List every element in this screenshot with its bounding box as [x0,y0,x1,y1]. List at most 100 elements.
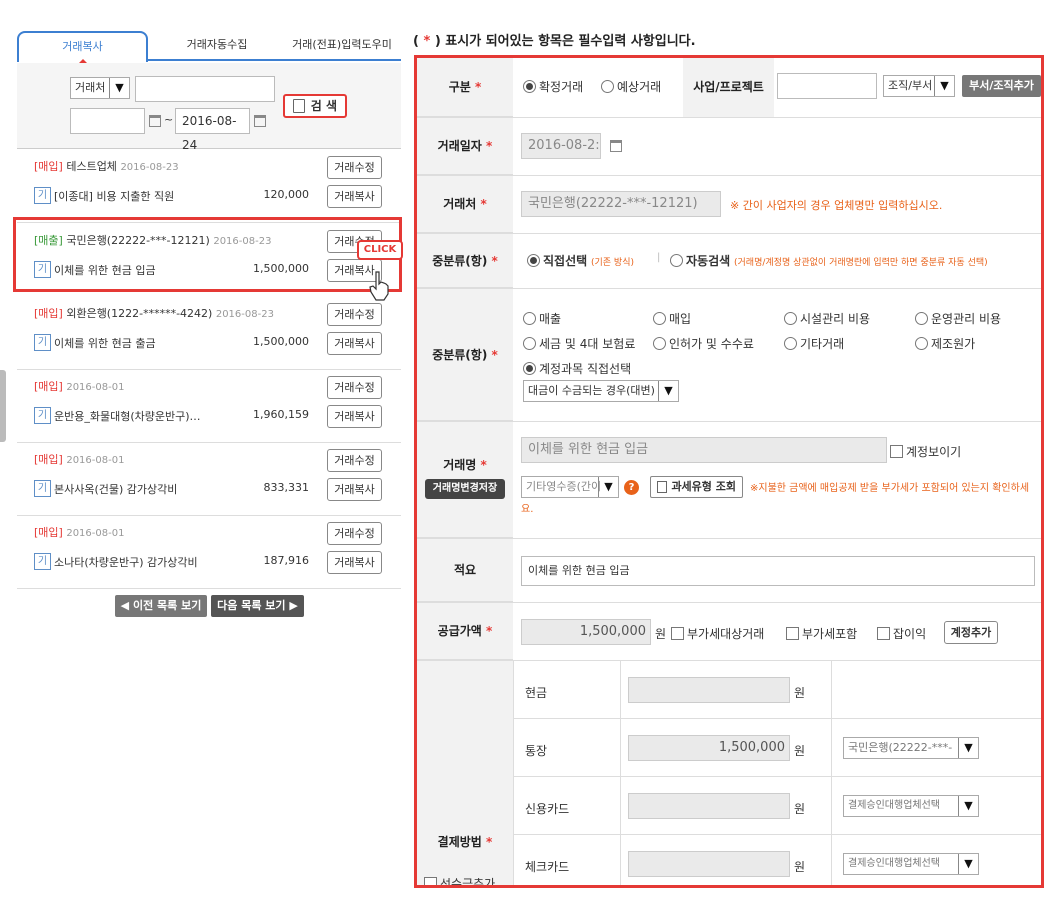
payment-unit: 원 [794,802,806,816]
tab-bar: 거래복사 거래자동수집 거래(전표)입력도우미 [17,31,401,63]
chevron-down-icon: ▼ [934,76,954,96]
org-select[interactable]: 조직/부서 ▼ [883,75,955,97]
option-separator: | [657,252,661,263]
radio-class-tax[interactable]: 세금 및 4대 보험료 [523,335,635,352]
radio-class-manufacturing[interactable]: 제조원가 [915,335,975,352]
item-title: [매입] 2016-08-01 [34,526,125,539]
supply-amount-input[interactable]: 1,500,000 [521,619,651,645]
radio-class-other[interactable]: 기타거래 [784,335,844,352]
date-from-input[interactable] [70,108,145,134]
tab-auto-collect[interactable]: 거래자동수집 [157,31,277,61]
search-keyword-input[interactable] [135,76,275,102]
check-card-agent-select[interactable]: 결제승인대행업체선택 ▼ [843,853,979,875]
checkbox-icon [786,627,799,640]
advance-payment-checkbox[interactable]: 선수금추가 [424,875,495,885]
bank-account-select[interactable]: 국민은행(22222-***- ▼ [843,737,979,759]
tab-input-helper[interactable]: 거래(전표)입력도우미 [279,31,405,61]
cash-amount-input[interactable] [628,677,790,703]
calendar-icon[interactable] [149,115,161,127]
show-account-checkbox[interactable]: 계정보이기 [890,443,961,460]
item-desc: 운반용_화물대형(차량운반구)… [54,410,201,423]
field-label-supply: 공급가액 * [417,603,513,660]
checkbox-icon [890,445,903,458]
item-amount: 120,000 [263,188,310,201]
name-input[interactable]: 이체를 위한 현금 입금 [521,437,887,463]
add-org-button[interactable]: 부서/조직추가 [962,75,1041,97]
copy-button[interactable]: 거래복사 [327,551,382,574]
prev-page-button[interactable]: ◀ 이전 목록 보기 [115,595,207,617]
radio-icon [523,362,536,375]
radio-class-sales[interactable]: 매출 [523,310,561,327]
next-page-button[interactable]: 다음 목록 보기 ▶ [211,595,304,617]
item-kind-badge: 기 [34,187,51,204]
save-name-button[interactable]: 거래명변경저장 [425,479,505,499]
org-select-value: 조직/부서 [888,79,933,92]
date-to-input[interactable]: 2016-08-24 [175,108,250,152]
list-item[interactable]: [매입] 외환은행(1222-******-4242) 2016-08-23 기… [17,297,401,370]
click-callout: CLICK [357,240,403,260]
edit-button[interactable]: 거래수정 [327,376,382,399]
radio-class-operation[interactable]: 운영관리 비용 [915,310,1001,327]
bank-amount-input[interactable]: 1,500,000 [628,735,790,761]
account-select[interactable]: 대금이 수금되는 경우(대변) ▼ [523,380,679,402]
radio-class-facility[interactable]: 시설관리 비용 [784,310,870,327]
memo-input[interactable]: 이체를 위한 현금 입금 [521,556,1035,586]
search-type-select[interactable]: 거래처 ▼ [70,77,130,99]
item-kind-badge: 기 [34,480,51,497]
radio-icon [523,337,536,350]
search-button[interactable]: 검 색 [283,94,347,118]
tab-transaction-copy[interactable]: 거래복사 [17,31,148,63]
misc-income-checkbox[interactable]: 잡이익 [877,625,926,642]
radio-confirmed[interactable]: 확정거래 [523,78,583,95]
credit-card-agent-select[interactable]: 결제승인대행업체선택 ▼ [843,795,979,817]
item-desc: 본사사옥(건물) 감가상각비 [54,483,178,496]
date-input[interactable]: 2016-08-2: [521,133,601,159]
item-kind-badge: 기 [34,334,51,351]
check-card-amount-input[interactable] [628,851,790,877]
radio-class-purchase[interactable]: 매입 [653,310,691,327]
edit-button[interactable]: 거래수정 [327,522,382,545]
side-panel-handle[interactable] [0,370,6,442]
item-desc: 이체를 위한 현금 출금 [54,337,156,350]
list-item[interactable]: [매입] 2016-08-01 기 운반용_화물대형(차량운반구)… 1,960… [17,370,401,443]
calendar-icon[interactable] [610,140,622,152]
copy-button[interactable]: 거래복사 [327,405,382,428]
calendar-icon[interactable] [254,115,266,127]
item-amount: 833,331 [263,481,310,494]
item-amount: 187,916 [263,554,310,567]
list-item[interactable]: [매입] 2016-08-01 기 본사사옥(건물) 감가상각비 833,331… [17,443,401,516]
required-notice: ( * ) 표시가 되어있는 항목은 필수입력 사항입니다. [413,34,696,49]
edit-button[interactable]: 거래수정 [327,303,382,326]
radio-icon [915,337,928,350]
copy-button[interactable]: 거래복사 [327,478,382,501]
project-input[interactable] [777,73,877,99]
list-item[interactable]: [매입] 테스트업체 2016-08-23 기 [이종대] 비용 지출한 직원 … [17,150,401,223]
checkbox-icon [877,627,890,640]
item-title: [매입] 2016-08-01 [34,380,125,393]
bank-account-value: 국민은행(22222-***- [848,741,953,754]
copy-button[interactable]: 거래복사 [327,185,382,208]
search-type-value: 거래처 [75,81,106,94]
column-divider [620,661,621,885]
edit-button[interactable]: 거래수정 [327,449,382,472]
vat-target-checkbox[interactable]: 부가세대상거래 [671,625,764,642]
payment-method-name: 신용카드 [525,802,570,816]
radio-class-direct-account[interactable]: 계정과목 직접선택 [523,360,631,377]
radio-icon [653,337,666,350]
radio-auto-search[interactable]: 자동검색 (거래명/계정명 상관없이 거래명란에 입력만 하면 중분류 자동 선… [670,252,988,269]
list-item[interactable]: [매입] 2016-08-01 기 소나타(차량운반구) 감가상각비 187,9… [17,516,401,589]
account-select-value: 대금이 수금되는 경우(대변) [528,384,655,397]
radio-class-fees[interactable]: 인허가 및 수수료 [653,335,754,352]
column-divider [831,661,832,885]
copy-button[interactable]: 거래복사 [327,332,382,355]
radio-icon [523,312,536,325]
payment-method-name: 체크카드 [525,860,570,874]
field-label-memo: 적요 [417,539,513,602]
vat-included-checkbox[interactable]: 부가세포함 [786,625,857,642]
credit-card-amount-input[interactable] [628,793,790,819]
partner-input[interactable]: 국민은행(22222-***-12121) [521,191,721,217]
radio-direct-select[interactable]: 직접선택 (기존 방식) [527,252,634,269]
add-account-button[interactable]: 계정추가 [944,621,998,644]
radio-expected[interactable]: 예상거래 [601,78,661,95]
edit-button[interactable]: 거래수정 [327,156,382,179]
